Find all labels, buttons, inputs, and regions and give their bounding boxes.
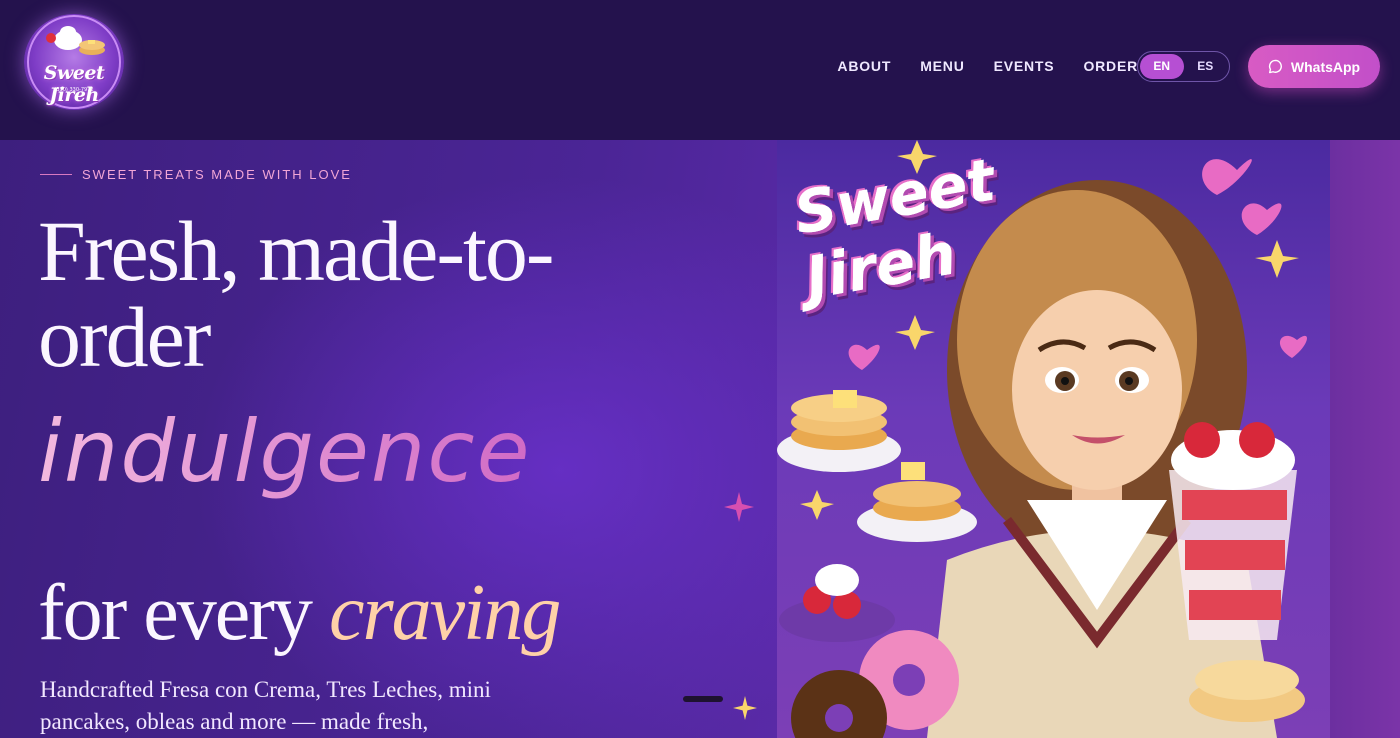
hero-section: SWEET TREATS MADE WITH LOVE Fresh, made-…	[0, 140, 1400, 738]
sparkle-icon	[724, 492, 754, 522]
headline-line-3-accent: craving	[328, 569, 561, 657]
eyebrow-text: SWEET TREATS MADE WITH LOVE	[82, 167, 352, 182]
site-header: Sweet Jireh (330) 330-7972 ABOUT MENU EV…	[0, 0, 1400, 140]
scroll-indicator	[683, 696, 723, 702]
hero-eyebrow: SWEET TREATS MADE WITH LOVE	[40, 167, 352, 182]
chat-bubble-icon	[1268, 59, 1282, 74]
lang-es[interactable]: ES	[1184, 54, 1228, 79]
sparkle-icon	[733, 696, 757, 720]
hero-headline: Fresh, made-to- order	[38, 208, 678, 380]
nav-menu[interactable]: MENU	[920, 58, 964, 74]
logo-wordmark: Sweet Jireh	[43, 62, 105, 106]
brand-logo[interactable]: Sweet Jireh (330) 330-7972	[24, 14, 124, 110]
logo-phone: (330) 330-7972	[54, 87, 94, 93]
headline-line-3: for every craving	[38, 568, 561, 659]
whatsapp-button[interactable]: WhatsApp	[1248, 45, 1380, 88]
eyebrow-rule	[40, 174, 72, 175]
headline-line-1: Fresh, made-to-	[38, 203, 555, 299]
lang-en[interactable]: EN	[1140, 54, 1184, 79]
hero-illustration: Sweet Jireh	[777, 140, 1330, 738]
language-toggle: EN ES	[1137, 51, 1230, 82]
hero-side-strip	[1330, 140, 1400, 738]
nav-events[interactable]: EVENTS	[994, 58, 1055, 74]
headline-line-3-plain: for every	[38, 569, 313, 657]
headline-line-2: order	[38, 289, 211, 385]
headline-script: indulgence	[38, 402, 532, 502]
hero-description: Handcrafted Fresa con Crema, Tres Leches…	[40, 677, 491, 734]
whatsapp-label: WhatsApp	[1290, 58, 1361, 75]
nav-order[interactable]: ORDER	[1083, 58, 1138, 74]
nav-about[interactable]: ABOUT	[837, 58, 891, 74]
main-nav: ABOUT MENU EVENTS ORDER	[837, 58, 1138, 74]
